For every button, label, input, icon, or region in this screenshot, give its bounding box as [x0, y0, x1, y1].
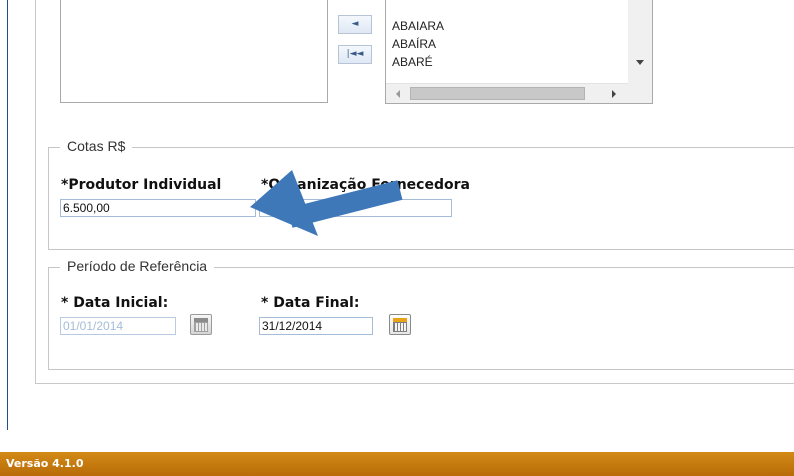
footer-bar: Versão 4.1.0 — [0, 452, 794, 476]
version-label: Versão 4.1.0 — [6, 457, 84, 470]
annotation-arrow-icon — [250, 170, 403, 236]
